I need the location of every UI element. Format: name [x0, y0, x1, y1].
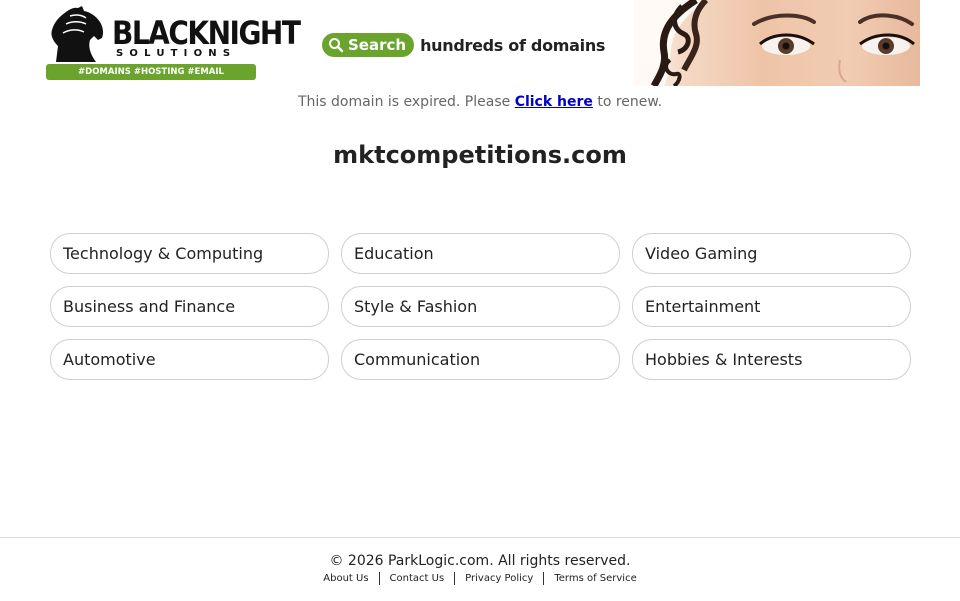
- blacknight-logo: BLACKNIGHT SOLUTIONS #DOMAINS #HOSTING #…: [46, 6, 301, 86]
- footer-links: About Us Contact Us Privacy Policy Terms…: [0, 572, 960, 585]
- horse-head-icon: [51, 6, 104, 62]
- category-automotive[interactable]: Automotive: [50, 339, 329, 380]
- copyright-text: © 2026 ParkLogic.com. All rights reserve…: [329, 553, 631, 569]
- category-communication[interactable]: Communication: [341, 339, 620, 380]
- brand-subtitle: SOLUTIONS: [116, 48, 237, 59]
- category-business-finance[interactable]: Business and Finance: [50, 286, 329, 327]
- banner-photo: [634, 0, 920, 86]
- category-hobbies-interests[interactable]: Hobbies & Interests: [632, 339, 911, 380]
- brand-tags: #DOMAINS #HOSTING #EMAIL #BROADBAND: [46, 64, 256, 86]
- category-entertainment[interactable]: Entertainment: [632, 286, 911, 327]
- about-us-link[interactable]: About Us: [313, 573, 378, 584]
- notice-suffix: to renew.: [592, 94, 663, 110]
- renew-link[interactable]: Click here: [515, 94, 593, 110]
- promo-text: hundreds of domains: [420, 35, 606, 55]
- category-grid: Technology & Computing Education Video G…: [50, 233, 911, 380]
- search-button[interactable]: Search: [322, 33, 415, 57]
- search-promo[interactable]: Search hundreds of domains: [322, 32, 605, 58]
- contact-us-link[interactable]: Contact Us: [380, 573, 455, 584]
- ad-banner[interactable]: BLACKNIGHT SOLUTIONS #DOMAINS #HOSTING #…: [40, 0, 920, 86]
- footer: © 2026 ParkLogic.com. All rights reserve…: [0, 537, 960, 601]
- domain-title: mktcompetitions.com: [333, 141, 627, 169]
- search-label: Search: [348, 36, 407, 54]
- category-education[interactable]: Education: [341, 233, 620, 274]
- category-video-gaming[interactable]: Video Gaming: [632, 233, 911, 274]
- terms-of-service-link[interactable]: Terms of Service: [544, 573, 646, 584]
- category-style-fashion[interactable]: Style & Fashion: [341, 286, 620, 327]
- notice-prefix: This domain is expired. Please: [297, 94, 515, 110]
- brand-name: BLACKNIGHT: [112, 14, 301, 52]
- expired-notice: This domain is expired. Please Click her…: [0, 94, 960, 110]
- privacy-policy-link[interactable]: Privacy Policy: [455, 573, 543, 584]
- search-icon: [329, 38, 344, 53]
- category-technology-computing[interactable]: Technology & Computing: [50, 233, 329, 274]
